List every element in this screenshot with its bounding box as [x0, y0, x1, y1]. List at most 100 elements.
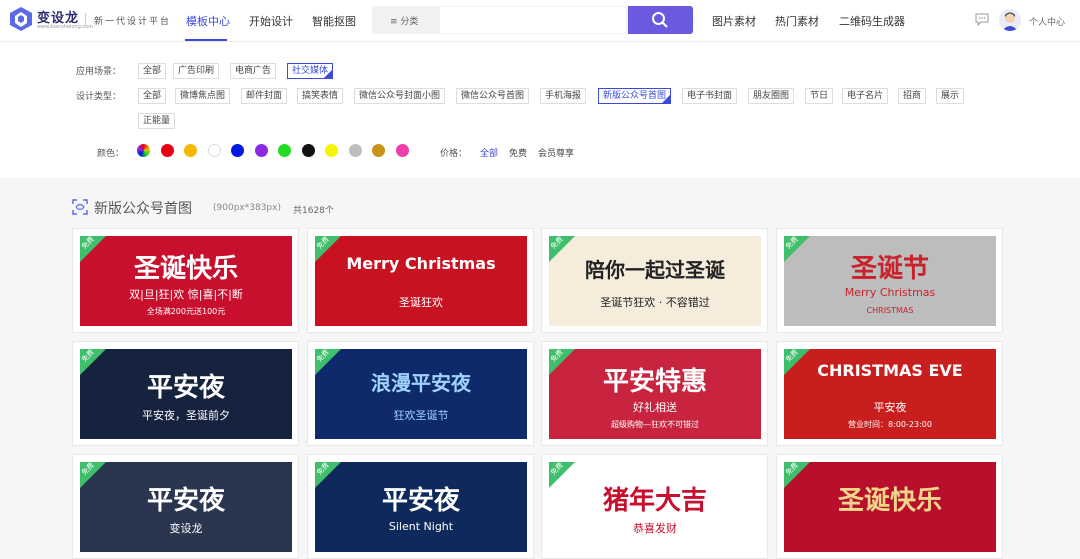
template-thumbnail[interactable]: 免费 CHRISTMAS EVE 平安夜 营业时间：8:00-23:00	[784, 349, 996, 439]
link-qrcode-generator[interactable]: 二维码生成器	[839, 13, 905, 29]
scene-tag-all[interactable]: 全部	[138, 63, 167, 79]
color-label: 颜色：	[97, 149, 125, 159]
user-center-link[interactable]: 个人中心	[1029, 15, 1065, 28]
template-thumbnail[interactable]: 免费 浪漫平安夜 狂欢圣诞节	[315, 349, 527, 439]
template-thumbnail[interactable]: 免费 圣诞快乐 双|旦|狂|欢 惊|喜|不|断 全场满200元送100元	[80, 236, 292, 326]
type-tag[interactable]: 微信公众号首图	[456, 88, 530, 104]
filter-panel: 应用场景： 全部 广告印刷 电商广告 社交媒体 设计类型： 全部 微博焦点图 邮…	[0, 42, 1080, 178]
template-thumbnail[interactable]: 免费 圣诞节 Merry Christmas CHRISTMAS	[784, 236, 996, 326]
template-subtitle: Merry Christmas	[844, 286, 936, 299]
template-card[interactable]: 免费 平安夜 平安夜，圣诞前夕	[72, 341, 299, 446]
template-card[interactable]: 免费 陪你一起过圣诞 圣诞节狂欢 · 不容错过	[541, 228, 768, 333]
color-swatch[interactable]	[160, 144, 174, 157]
type-tag[interactable]: 手机海报	[540, 88, 587, 104]
color-swatch[interactable]	[231, 144, 244, 157]
template-card[interactable]: 免费 平安特惠 好礼相送 超级购物—狂欢不可错过	[541, 341, 768, 446]
section-count: 共1628个	[293, 206, 334, 216]
type-tag[interactable]: 电子书封面	[682, 88, 738, 104]
template-card[interactable]: 免费 平安夜 变设龙	[72, 454, 299, 559]
template-subtitle: 变设龙	[169, 522, 203, 535]
scene-tag-ecommerce[interactable]: 电商广告	[230, 63, 277, 79]
search-category[interactable]: ≡ 分类	[390, 14, 418, 27]
color-swatch[interactable]	[325, 144, 338, 157]
type-tag[interactable]: 朋友圈图	[748, 88, 795, 104]
scene-tag-social[interactable]: 社交媒体	[287, 63, 334, 79]
message-icon[interactable]	[975, 12, 989, 26]
type-tag[interactable]: 展示	[936, 88, 965, 104]
scene-tag-print[interactable]: 广告印刷	[173, 63, 220, 79]
price-label: 价格：	[440, 149, 468, 159]
type-tag[interactable]: 招商	[898, 88, 927, 104]
search-button[interactable]	[628, 6, 693, 34]
nav-start-design[interactable]: 开始设计	[249, 13, 293, 29]
type-tag-new-wechat-header[interactable]: 新版公众号首图	[598, 88, 672, 104]
template-caption: 超级购物—狂欢不可错过	[611, 420, 699, 429]
user-avatar-icon	[1002, 12, 1018, 31]
type-tag[interactable]: 电子名片	[842, 88, 889, 104]
template-card[interactable]: 免费 圣诞快乐 双|旦|狂|欢 惊|喜|不|断 全场满200元送100元	[72, 228, 299, 333]
price-member[interactable]: 会员尊享	[538, 146, 574, 159]
color-swatch[interactable]	[137, 144, 150, 157]
template-thumbnail[interactable]: 免费 平安夜 变设龙	[80, 462, 292, 552]
type-tag[interactable]: 全部	[138, 88, 167, 104]
template-subtitle: 狂欢圣诞节	[393, 409, 449, 422]
type-tag[interactable]: 正能量	[138, 113, 176, 129]
section-title: 新版公众号首图	[94, 201, 192, 217]
template-caption: 营业时间：8:00-23:00	[848, 420, 932, 429]
template-thumbnail[interactable]: 免费 Merry Christmas 圣诞狂欢	[315, 236, 527, 326]
template-subtitle: 平安夜	[873, 401, 907, 414]
type-tag[interactable]: 微信公众号封面小图	[354, 88, 446, 104]
template-title: 陪你一起过圣诞	[585, 258, 725, 282]
color-swatch[interactable]	[278, 144, 291, 157]
slogan: 新一代设计平台	[94, 17, 172, 27]
template-title: 平安夜	[146, 486, 225, 516]
template-thumbnail[interactable]: 免费 平安特惠 好礼相送 超级购物—狂欢不可错过	[549, 349, 761, 439]
template-subtitle: 好礼相送	[633, 401, 677, 414]
template-title: Merry Christmas	[346, 254, 496, 273]
price-free[interactable]: 免费	[509, 146, 527, 159]
color-swatch[interactable]	[348, 144, 362, 157]
template-card[interactable]: 免费 Merry Christmas 圣诞狂欢	[307, 228, 534, 333]
template-title: CHRISTMAS EVE	[817, 361, 963, 380]
nav-smart-cutout[interactable]: 智能抠图	[312, 13, 356, 29]
color-swatch[interactable]	[372, 144, 385, 157]
nav-template-center[interactable]: 模板中心	[186, 13, 230, 29]
template-card[interactable]: 免费 浪漫平安夜 狂欢圣诞节	[307, 341, 534, 446]
type-label: 设计类型：	[76, 92, 122, 102]
color-swatch[interactable]	[395, 144, 409, 157]
template-card[interactable]: 免费 圣诞节 Merry Christmas CHRISTMAS	[776, 228, 1003, 333]
template-thumbnail[interactable]: 免费 圣诞快乐	[784, 462, 996, 552]
template-thumbnail[interactable]: 免费 平安夜 平安夜，圣诞前夕	[80, 349, 292, 439]
type-tag[interactable]: 搞笑表情	[297, 88, 344, 104]
template-title: 平安夜	[146, 373, 225, 403]
template-title: 猪年大吉	[602, 486, 707, 516]
color-swatch[interactable]	[301, 144, 315, 157]
template-card[interactable]: 免费 平安夜 Silent Night	[307, 454, 534, 559]
type-tag[interactable]: 微博焦点图	[175, 88, 231, 104]
template-title: 圣诞快乐	[133, 254, 238, 284]
template-thumbnail[interactable]: 免费 猪年大吉 恭喜发财	[549, 462, 761, 552]
color-swatch[interactable]	[207, 144, 221, 157]
color-swatch[interactable]	[184, 144, 197, 157]
template-subtitle: 平安夜，圣诞前夕	[142, 409, 230, 422]
avatar[interactable]	[999, 9, 1021, 31]
top-header: 变设龙 www.bianshelong.com 新一代设计平台 模板中心 开始设…	[0, 0, 1080, 42]
search-input[interactable]	[440, 7, 626, 33]
template-card[interactable]: 免费 猪年大吉 恭喜发财	[541, 454, 768, 559]
scene-label: 应用场景：	[76, 67, 122, 77]
template-card[interactable]: 免费 CHRISTMAS EVE 平安夜 营业时间：8:00-23:00	[776, 341, 1003, 446]
type-tag[interactable]: 节日	[805, 88, 834, 104]
template-thumbnail[interactable]: 免费 平安夜 Silent Night	[315, 462, 527, 552]
logo-icon[interactable]	[8, 6, 34, 32]
type-tag[interactable]: 邮件封面	[241, 88, 288, 104]
link-hot-assets[interactable]: 热门素材	[775, 13, 819, 29]
template-title: 圣诞快乐	[837, 486, 942, 516]
color-swatch[interactable]	[254, 144, 268, 157]
template-thumbnail[interactable]: 免费 陪你一起过圣诞 圣诞节狂欢 · 不容错过	[549, 236, 761, 326]
price-all[interactable]: 全部	[480, 146, 498, 159]
scan-icon	[72, 199, 88, 215]
header-divider	[85, 13, 86, 26]
template-subtitle: Silent Night	[388, 520, 454, 533]
template-card[interactable]: 免费 圣诞快乐	[776, 454, 1003, 559]
link-image-assets[interactable]: 图片素材	[712, 13, 756, 29]
